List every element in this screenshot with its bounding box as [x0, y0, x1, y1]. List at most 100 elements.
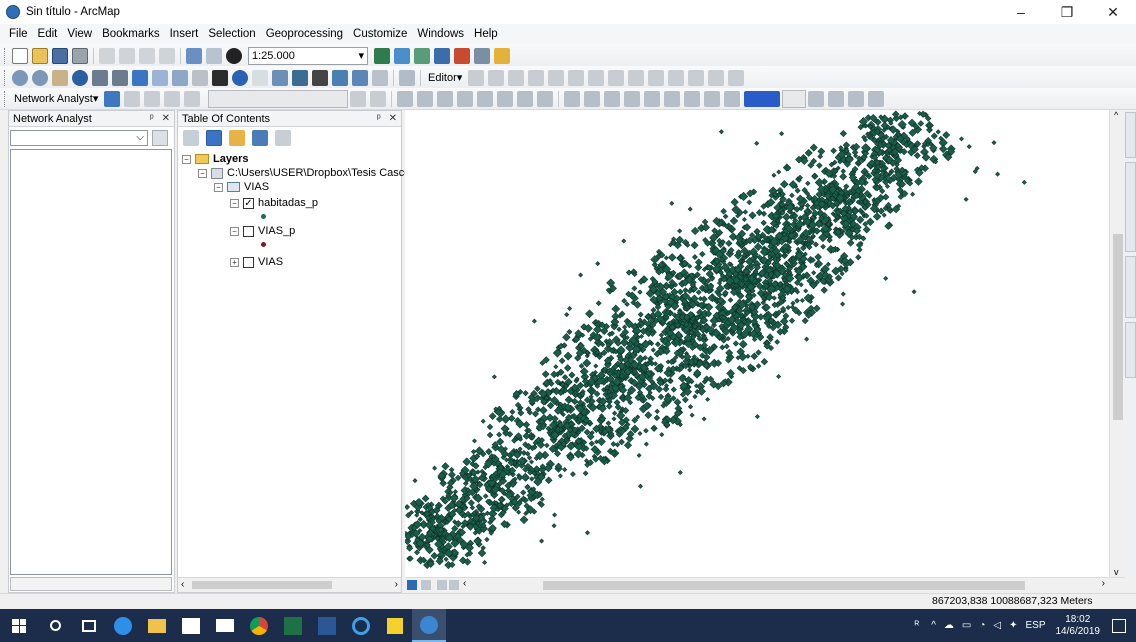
network-icon[interactable]: ◔: [979, 620, 985, 631]
battery-icon[interactable]: ▭: [962, 620, 971, 631]
identify-icon[interactable]: [232, 69, 248, 86]
layers-node[interactable]: − Layers: [182, 153, 248, 165]
map-features[interactable]: [405, 110, 1109, 577]
save-icon[interactable]: [52, 47, 68, 64]
table-of-contents-icon[interactable]: [394, 47, 410, 64]
draw-polygon-icon[interactable]: [644, 90, 661, 107]
fixed-zoom-out-icon[interactable]: [112, 69, 128, 86]
redo-icon[interactable]: [206, 47, 222, 64]
people-icon[interactable]: ᴿ: [915, 620, 920, 631]
maximize-button[interactable]: ❐: [1044, 0, 1090, 24]
python-window-icon[interactable]: [474, 47, 490, 64]
menu-file[interactable]: File: [4, 28, 33, 40]
layer-vias-p[interactable]: − VIAS_p: [230, 225, 295, 237]
cut-icon[interactable]: [99, 47, 115, 64]
ie-icon[interactable]: [344, 609, 378, 642]
search-window-icon[interactable]: [434, 47, 450, 64]
map-vscroll[interactable]: ^ v: [1109, 110, 1125, 577]
fixed-zoom-in-icon[interactable]: [92, 69, 108, 86]
rotate-icon[interactable]: [668, 69, 685, 86]
point-symbol-icon[interactable]: [261, 242, 266, 247]
catalog-tab[interactable]: [1125, 256, 1136, 318]
network-analyst-menu-button[interactable]: Network Analyst▾: [10, 92, 102, 105]
layer-habitadas-p[interactable]: − ✓ habitadas_p: [230, 197, 318, 209]
scroll-thumb[interactable]: [192, 581, 332, 589]
attributes-icon[interactable]: [688, 69, 705, 86]
sketch-properties-icon[interactable]: [708, 69, 725, 86]
list-by-source-icon[interactable]: [206, 130, 222, 146]
edit-tool-icon[interactable]: [468, 69, 485, 86]
draw-marker-icon[interactable]: [604, 90, 621, 107]
split-icon[interactable]: [648, 69, 665, 86]
collapse-icon[interactable]: −: [182, 154, 191, 164]
forward-extent-icon[interactable]: [152, 69, 168, 86]
chevron-down-icon[interactable]: ⌵: [136, 132, 144, 143]
attribute-transfer-icon[interactable]: [497, 90, 514, 107]
scroll-left-icon[interactable]: ‹: [463, 578, 466, 589]
pin-icon[interactable]: ᵖ: [377, 113, 381, 124]
close-icon[interactable]: ✕: [389, 113, 397, 124]
hyperlink-icon[interactable]: [252, 69, 268, 86]
edit-link-icon[interactable]: [457, 90, 474, 107]
menu-selection[interactable]: Selection: [203, 28, 260, 40]
reshape-icon[interactable]: [608, 69, 625, 86]
map-scale-combobox[interactable]: 1:25.000 ▾: [248, 46, 368, 65]
scroll-up-icon[interactable]: ^: [1114, 110, 1118, 120]
clock[interactable]: 18:02 14/6/2019: [1056, 614, 1101, 638]
vias-group-node[interactable]: − VIAS: [214, 181, 269, 193]
list-by-visibility-icon[interactable]: [229, 130, 245, 146]
store-icon[interactable]: [174, 609, 208, 642]
layout-view-icon[interactable]: [808, 90, 825, 107]
show-hidden-icons-icon[interactable]: ^: [931, 620, 936, 631]
print-icon[interactable]: [72, 47, 88, 64]
layer-vias[interactable]: + VIAS: [230, 256, 283, 268]
folder-node[interactable]: − C:\Users\USER\Dropbox\Tesis Casco y: [198, 167, 419, 179]
draw-ellipse-icon[interactable]: [684, 90, 701, 107]
delete-icon[interactable]: [159, 47, 175, 64]
network-analyst-tree[interactable]: [10, 149, 172, 575]
edge-icon[interactable]: [106, 609, 140, 642]
search-tab[interactable]: [1125, 322, 1136, 378]
chevron-down-icon[interactable]: ▾: [358, 49, 364, 62]
menu-view[interactable]: View: [62, 28, 97, 40]
network-analyst-properties-icon[interactable]: [152, 130, 168, 146]
georeference-icon[interactable]: [397, 90, 414, 107]
paste-icon[interactable]: [139, 47, 155, 64]
arctoolbox-tab[interactable]: [1125, 162, 1136, 252]
scroll-right-icon[interactable]: ›: [1102, 578, 1105, 589]
select-move-location-icon[interactable]: [144, 90, 161, 107]
pause-icon[interactable]: [449, 580, 459, 590]
network-dataset-dropdown[interactable]: [208, 89, 349, 108]
data-view-icon[interactable]: [421, 580, 431, 590]
network-analyst-window-icon[interactable]: [104, 90, 121, 107]
point-symbol-icon[interactable]: [261, 214, 266, 219]
cogo-icon[interactable]: [537, 90, 554, 107]
collapse-icon[interactable]: −: [230, 226, 239, 236]
list-by-selection-icon[interactable]: [252, 130, 268, 146]
pause-drawing-icon[interactable]: [868, 90, 885, 107]
close-button[interactable]: ✕: [1090, 0, 1136, 24]
layer-visibility-checkbox[interactable]: [243, 225, 254, 237]
menu-customize[interactable]: Customize: [348, 28, 412, 40]
list-by-drawing-order-icon[interactable]: [183, 130, 199, 146]
open-folder-icon[interactable]: [32, 47, 48, 64]
input-language[interactable]: ESP: [1025, 620, 1045, 631]
menu-geoprocessing[interactable]: Geoprocessing: [261, 28, 348, 40]
network-identify-icon[interactable]: [370, 90, 387, 107]
layout-view-icon[interactable]: [407, 580, 417, 590]
endpoint-arc-icon[interactable]: [528, 69, 545, 86]
explorer-icon[interactable]: [140, 609, 174, 642]
pin-icon[interactable]: ᵖ: [150, 113, 154, 124]
create-features-icon[interactable]: [728, 69, 745, 86]
html-popup-icon[interactable]: [272, 69, 288, 86]
word-icon[interactable]: [310, 609, 344, 642]
menu-insert[interactable]: Insert: [165, 28, 204, 40]
menu-bookmarks[interactable]: Bookmarks: [97, 28, 165, 40]
clear-selection-icon[interactable]: [192, 69, 208, 86]
scroll-down-icon[interactable]: v: [1114, 567, 1119, 577]
toolbar-grip[interactable]: [4, 90, 7, 107]
toolbar-grip[interactable]: [4, 69, 7, 86]
volume-icon[interactable]: ◁: [993, 620, 1001, 631]
network-analyst-hscroll[interactable]: [10, 577, 172, 591]
fill-color-swatch[interactable]: [744, 90, 781, 107]
